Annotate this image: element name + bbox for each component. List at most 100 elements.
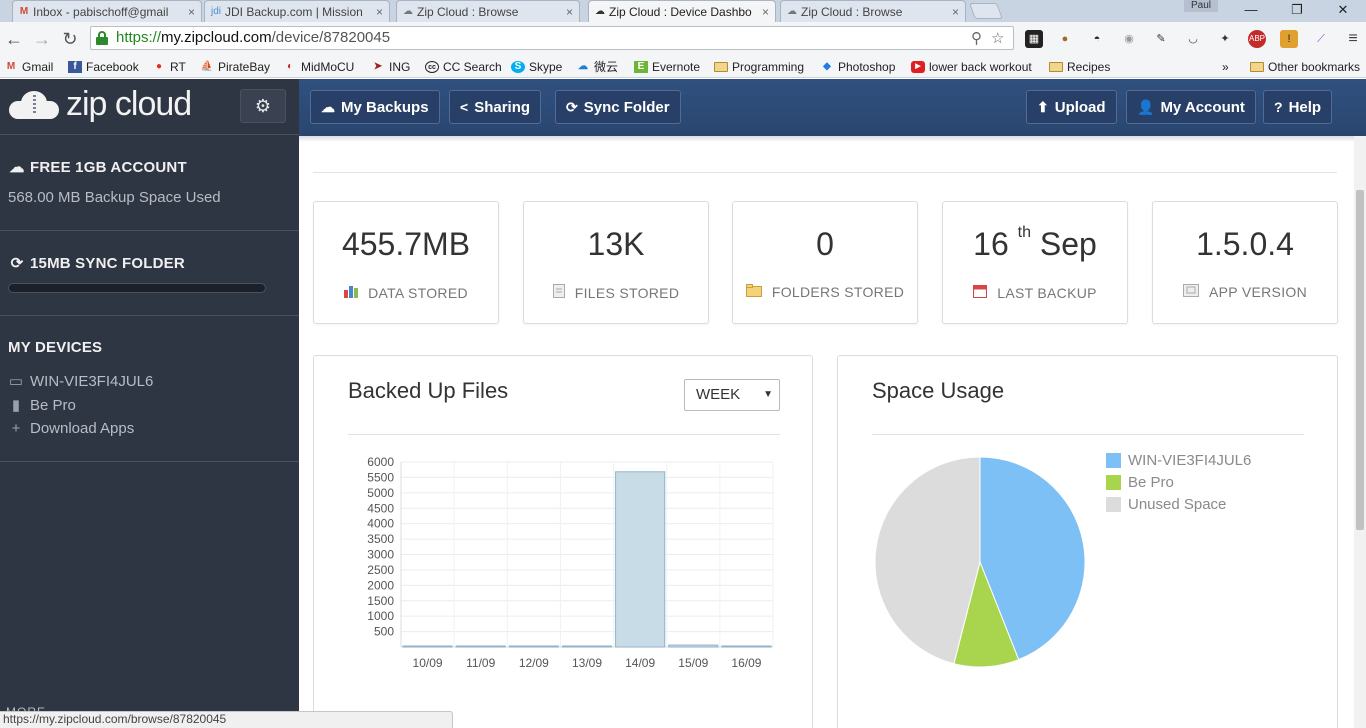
stat-folders-stored: 0 FOLDERS STORED [732,201,918,324]
minimize-icon[interactable]: — [1228,0,1274,20]
browser-tab-jdi[interactable]: jdi JDI Backup.com | Mission × [204,0,390,22]
device-item-bepro[interactable]: ▮ Be Pro [8,396,76,414]
sidebar-divider [0,461,299,462]
monitor-icon: ▭ [8,373,24,390]
bar-14-09[interactable] [615,471,666,648]
bookmark-recipes[interactable]: Recipes [1049,58,1110,76]
backed-up-files-chart: 500 10001500 200025003000 35004000 45005000 5… [367,455,774,670]
bookmark-rt[interactable]: ● RT [152,58,186,76]
forward-arrow-icon[interactable]: → [30,27,54,51]
youtube-icon: ▶ [911,61,925,73]
cookie-icon[interactable]: ● [1056,30,1074,48]
evernote-ext-icon[interactable]: ✦ [1216,30,1234,48]
close-icon[interactable]: × [376,1,383,22]
y-tick-label: 2500 [367,563,394,577]
stat-value: 0 [816,226,834,262]
bar-16-09[interactable] [721,645,772,648]
cloud-icon: ☁ [403,6,413,17]
legend-label: Unused Space [1128,496,1227,513]
extension-icon[interactable]: ! [1280,30,1298,48]
bookmarks-overflow-button[interactable]: » [1222,58,1229,76]
sync-folder-heading[interactable]: ⟳ 15MB SYNC FOLDER [8,254,185,272]
jdi-icon: jdi [210,6,221,17]
plus-icon: + [11,420,21,437]
period-select[interactable]: WEEK ▼ [684,379,780,411]
stat-value: 16 th Sep [973,224,1097,262]
bookmark-photoshop[interactable]: ◆ Photoshop [820,58,895,76]
browser-tab-dashboard[interactable]: ☁ Zip Cloud : Device Dashbo × [588,0,776,22]
feather-icon[interactable]: ⟋ [1312,30,1330,48]
folder-icon [1049,62,1063,72]
settings-button[interactable]: ⚙ [240,89,286,123]
ghost-icon[interactable]: ◉ [1120,30,1138,48]
adblock-icon[interactable]: ABP [1248,30,1266,48]
bar-10-09[interactable] [402,645,453,648]
bookmark-midmocu[interactable]: ◐ MidMoCU [283,58,354,76]
x-tick-label: 15/09 [678,656,708,670]
sharing-button[interactable]: < Sharing [449,90,542,124]
bookmark-cc-search[interactable]: cc CC Search [425,58,502,76]
pen-icon[interactable]: ✎ [1152,30,1170,48]
bar-15-09[interactable] [668,644,719,648]
bookmark-evernote[interactable]: E Evernote [634,58,700,76]
y-tick-label: 6000 [367,455,394,469]
bookmark-weiyun[interactable]: ☁ 微云 [576,58,618,76]
spy-icon[interactable]: ◓ [1088,30,1106,48]
maximize-icon[interactable]: ❐ [1274,0,1320,20]
folder-icon [1250,62,1264,72]
bar-11-09[interactable] [455,645,506,648]
zoom-icon[interactable]: ⚲ [971,29,982,47]
cloud-icon: ☁ [595,6,605,17]
bookmark-other[interactable]: Other bookmarks [1250,58,1360,76]
bookmark-piratebay[interactable]: ⛵ PirateBay [200,58,270,76]
sidebar: zip cloud ⚙ ☁ FREE 1GB ACCOUNT 568.00 MB … [0,79,299,728]
pocket-icon[interactable]: ◡ [1184,30,1202,48]
zipcloud-logo[interactable]: zip cloud [0,79,240,135]
close-icon[interactable]: × [566,1,573,22]
close-icon[interactable]: × [952,1,959,22]
browser-tab-browse-2[interactable]: ☁ Zip Cloud : Browse × [780,0,966,22]
star-icon[interactable]: ☆ [991,29,1004,47]
sync-icon: ⟳ [10,255,24,272]
scrollbar-thumb[interactable] [1356,190,1364,530]
stat-label: FOLDERS STORED [733,284,917,300]
close-icon[interactable]: × [762,1,769,22]
page-scrollbar[interactable] [1354,136,1366,728]
close-icon[interactable]: × [188,1,195,22]
lock-icon [96,31,108,45]
qr-code-icon[interactable]: ▦ [1025,30,1043,48]
url-text: https://my.zipcloud.com/device/87820045 [116,29,391,46]
space-usage-chart [874,456,1086,668]
download-apps-link[interactable]: + Download Apps [8,420,135,437]
menu-icon[interactable]: ≡ [1344,30,1362,48]
bar-12-09[interactable] [508,645,559,648]
device-item-win[interactable]: ▭ WIN-VIE3FI4JUL6 [8,372,153,390]
bookmark-programming[interactable]: Programming [714,58,804,76]
legend-item: Be Pro [1106,474,1174,492]
help-button[interactable]: ? Help [1263,90,1333,124]
browser-tab-gmail[interactable]: M Inbox - pabischoff@gmail × [12,0,202,22]
new-tab-button[interactable] [969,3,1003,19]
logo-text: zip cloud [66,85,192,123]
upload-button[interactable]: ⬆ Upload [1026,90,1117,124]
profile-badge[interactable]: Paul [1184,0,1218,12]
bookmark-skype[interactable]: S Skype [511,58,562,76]
browser-tab-browse[interactable]: ☁ Zip Cloud : Browse × [396,0,580,22]
back-arrow-icon[interactable]: ← [2,27,26,51]
caret-down-icon: ▼ [763,389,773,400]
bookmark-ing[interactable]: ➤ ING [371,58,411,76]
bookmark-facebook[interactable]: f Facebook [68,58,139,76]
my-backups-button[interactable]: ☁ My Backups [310,90,440,124]
sidebar-divider [0,134,299,135]
close-window-icon[interactable]: ✕ [1320,0,1366,20]
bookmark-gmail[interactable]: M Gmail [4,58,54,76]
cloud-icon: ☁ [321,99,335,115]
my-account-button[interactable]: 👤 My Account [1126,90,1256,124]
sync-folder-button[interactable]: ⟳ Sync Folder [555,90,681,124]
legend-item: WIN-VIE3FI4JUL6 [1106,452,1251,470]
reload-icon[interactable]: ↻ [58,27,82,51]
legend-label: Be Pro [1128,474,1174,491]
address-bar[interactable]: https://my.zipcloud.com/device/87820045 … [90,26,1014,50]
bar-13-09[interactable] [561,645,613,648]
bookmark-lower-back-workout[interactable]: ▶ lower back workout [911,58,1032,76]
